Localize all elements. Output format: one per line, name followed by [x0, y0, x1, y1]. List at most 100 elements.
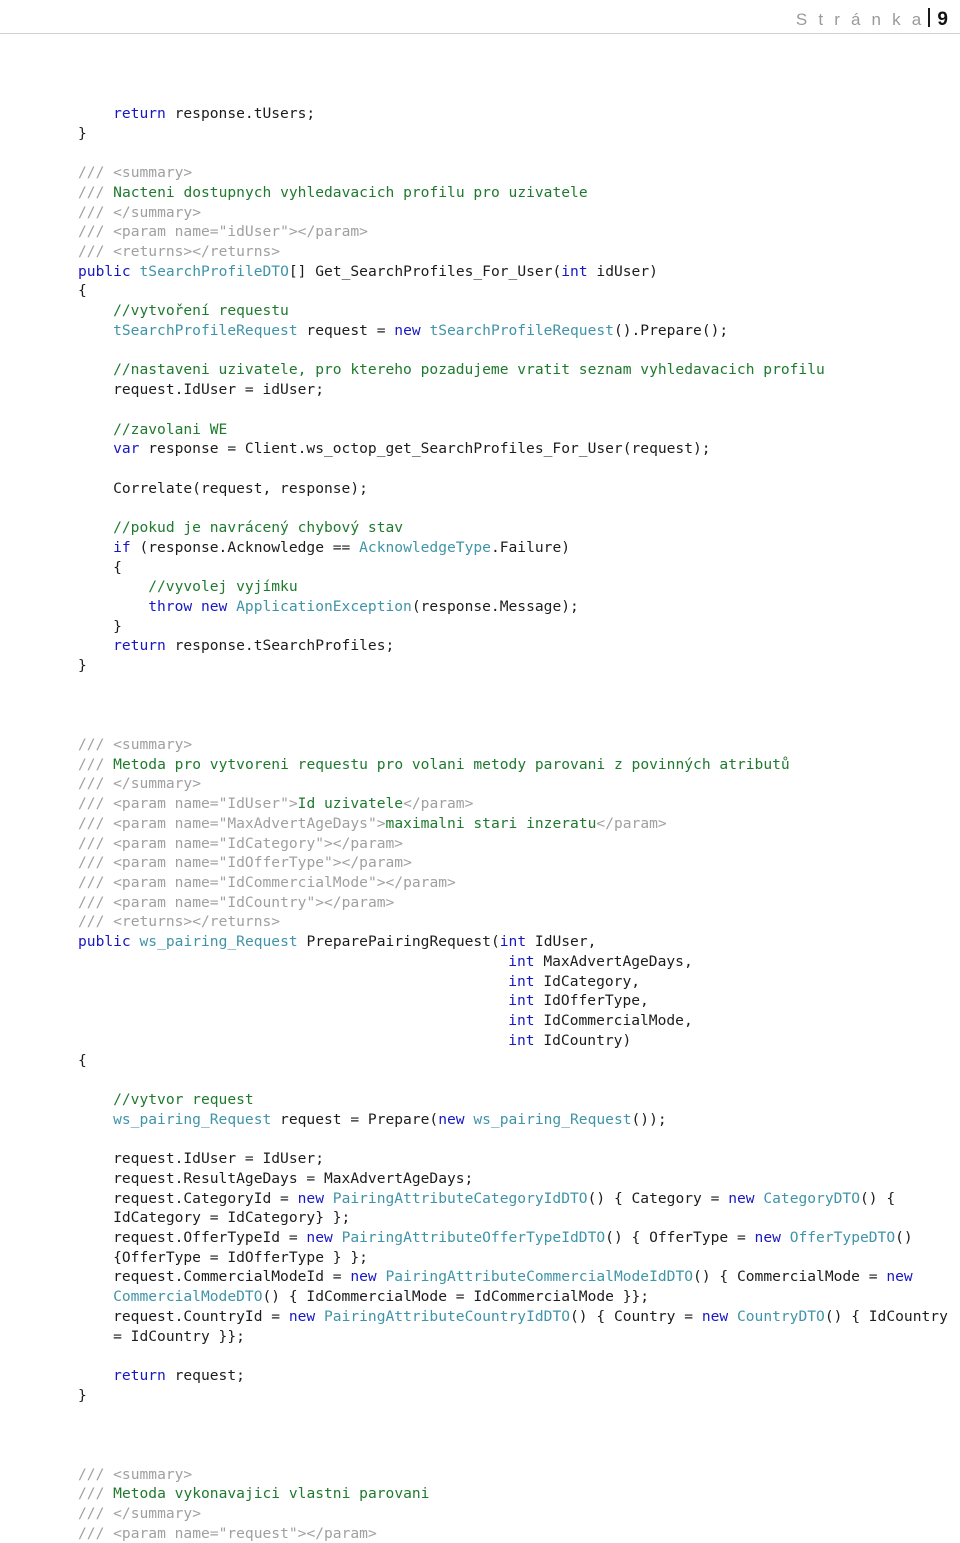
code-token: //pokud je navrácený chybový stav: [113, 519, 404, 537]
code-line: //vytvoření requestu: [0, 301, 960, 321]
code-token: request.OfferTypeId =: [113, 1228, 307, 1246]
code-line: /// <param name="IdUser">Id uzivatele</p…: [0, 794, 960, 814]
code-line: /// <param name="MaxAdvertAgeDays">maxim…: [0, 814, 960, 834]
code-token: request.ResultAgeDays = MaxAdvertAgeDays…: [113, 1169, 474, 1187]
code-token: new: [886, 1268, 913, 1286]
code-line: //vytvor request: [0, 1090, 960, 1110]
code-token: MaxAdvertAgeDays,: [534, 952, 693, 970]
code-token: /// <returns></returns>: [78, 243, 281, 261]
code-token: //zavolani WE: [113, 420, 228, 438]
code-line: request.OfferTypeId = new PairingAttribu…: [0, 1228, 960, 1267]
code-token: response.tSearchProfiles;: [165, 637, 395, 655]
code-line: //vyvolej vyjímku: [0, 577, 960, 597]
code-token: CategoryDTO: [763, 1189, 860, 1207]
code-line: /// Metoda pro vytvoreni requestu pro vo…: [0, 755, 960, 775]
code-line: /// Nacteni dostupnych vyhledavacich pro…: [0, 183, 960, 203]
code-token: tSearchProfileDTO: [139, 262, 289, 280]
code-token: tSearchProfileRequest: [429, 321, 614, 339]
code-token: int: [508, 952, 535, 970]
code-token: request.CommercialModeId =: [113, 1268, 351, 1286]
code-line: request.CountryId = new PairingAttribute…: [0, 1307, 960, 1346]
code-token: request = Prepare(: [271, 1110, 439, 1128]
code-line: tSearchProfileRequest request = new tSea…: [0, 321, 960, 341]
code-token: tSearchProfileRequest: [113, 321, 298, 339]
code-token: IdCountry): [534, 1031, 632, 1049]
code-token: AcknowledgeType: [359, 538, 491, 556]
code-token: }: [113, 617, 122, 635]
code-line: int IdOfferType,: [0, 991, 960, 1011]
code-token: ///: [78, 755, 114, 773]
code-line: request.CategoryId = new PairingAttribut…: [0, 1189, 960, 1228]
code-line: /// <param name="IdOfferType"></param>: [0, 853, 960, 873]
code-token: /// </summary>: [78, 1505, 202, 1523]
code-line: }: [0, 1386, 960, 1406]
code-token: () { IdCommercialMode = IdCommercialMode…: [262, 1288, 650, 1306]
code-token: </param>: [596, 814, 667, 832]
code-line: int IdCategory,: [0, 972, 960, 992]
code-line: //zavolani WE: [0, 420, 960, 440]
code-token: /// <param name="IdCategory"></param>: [78, 834, 404, 852]
code-line: Correlate(request, response);: [0, 479, 960, 499]
code-token: IdOfferType,: [534, 992, 649, 1010]
code-token: /// <param name="IdUser">: [78, 795, 298, 813]
code-token: response.tUsers;: [165, 105, 316, 122]
code-line: public tSearchProfileDTO[] Get_SearchPro…: [0, 262, 960, 282]
code-line: /// </summary>: [0, 203, 960, 223]
code-token: throw: [148, 597, 193, 615]
code-line: return response.tUsers;: [0, 104, 960, 124]
code-token: Id uzivatele: [297, 795, 404, 813]
code-token: public: [78, 933, 131, 951]
code-token: new: [754, 1228, 781, 1246]
code-token: }: [78, 657, 87, 675]
code-token: request;: [165, 1367, 245, 1384]
code-token: /// <summary>: [78, 736, 193, 753]
code-line: {: [0, 558, 960, 578]
header-divider: [0, 33, 960, 34]
code-line: {: [0, 281, 960, 301]
code-token: [] Get_SearchProfiles_For_User(: [288, 262, 562, 280]
code-token: request.CountryId =: [113, 1307, 289, 1325]
page-header: S t r á n k a 9: [0, 0, 960, 40]
code-line: /// Metoda vykonavajici vlastni parovani: [0, 1484, 960, 1504]
code-listing: return response.tUsers;} /// <summary>//…: [0, 104, 960, 1543]
code-line: }: [0, 656, 960, 676]
code-token: (response.Acknowledge ==: [130, 538, 360, 556]
code-token: }: [78, 124, 87, 142]
code-line: {: [0, 1051, 960, 1071]
code-token: /// </summary>: [78, 775, 202, 793]
code-token: () { CommercialMode =: [693, 1268, 887, 1286]
code-token: }: [78, 1386, 87, 1404]
code-token: /// <summary>: [78, 164, 193, 182]
code-token: int: [561, 262, 588, 280]
code-line: /// <param name="IdCountry"></param>: [0, 893, 960, 913]
code-token: Correlate(request, response);: [113, 479, 368, 497]
code-token: int: [508, 1012, 535, 1030]
code-token: new: [728, 1189, 755, 1207]
code-line: throw new ApplicationException(response.…: [0, 597, 960, 617]
page-header-content: S t r á n k a 9: [796, 0, 948, 31]
code-token: int: [508, 1031, 535, 1049]
code-line: int IdCommercialMode,: [0, 1011, 960, 1031]
code-line: /// </summary>: [0, 774, 960, 794]
code-token: return: [113, 1367, 166, 1384]
code-line: request.IdUser = idUser;: [0, 380, 960, 400]
code-line: request.ResultAgeDays = MaxAdvertAgeDays…: [0, 1169, 960, 1189]
code-token: PairingAttributeCountryIdDTO: [324, 1307, 571, 1325]
code-token: request.IdUser = idUser;: [113, 381, 324, 399]
code-token: {: [113, 558, 122, 576]
code-token: /// <param name="MaxAdvertAgeDays">: [78, 814, 386, 832]
code-token: //vyvolej vyjímku: [148, 578, 298, 596]
code-token: IdUser,: [526, 933, 597, 951]
